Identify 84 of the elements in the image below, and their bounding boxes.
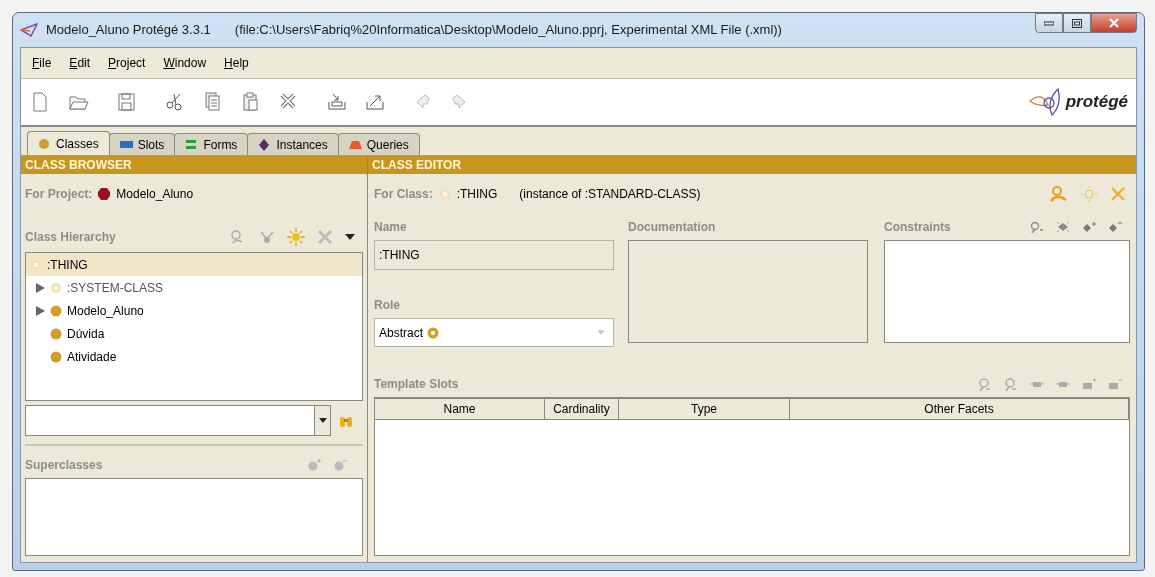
system-class-icon	[30, 258, 42, 271]
close-icon[interactable]	[1110, 186, 1126, 202]
tree-item[interactable]: Modelo_Aluno	[26, 299, 362, 322]
copy-icon[interactable]	[203, 92, 223, 112]
field-label: Name	[374, 219, 408, 236]
system-class-icon	[438, 188, 451, 200]
file-path: (file:C:\Users\Fabriq%20Informatica\Desktop\Modelo_Aluno.pprj, Experimental XML File (.xml))	[234, 21, 782, 40]
tree-item[interactable]: Dúvida	[26, 322, 362, 345]
sparkle-icon[interactable]	[1056, 221, 1070, 233]
system-class-icon	[50, 281, 62, 294]
export-icon[interactable]	[365, 92, 385, 112]
maximize-button[interactable]	[1063, 13, 1091, 33]
remove-superclass-icon[interactable]	[333, 459, 347, 471]
dropdown-caret-icon[interactable]	[345, 234, 355, 240]
menu-item[interactable]: Window	[156, 54, 218, 72]
documentation-field[interactable]	[628, 240, 868, 343]
name-field[interactable]: :THING	[374, 240, 614, 270]
tab[interactable]: Queries	[337, 133, 420, 155]
import-icon[interactable]	[327, 92, 347, 112]
cut-icon[interactable]	[165, 92, 185, 112]
class-icon	[50, 350, 62, 363]
field-label: Constraints	[884, 219, 951, 236]
logo-text: protégé	[1065, 91, 1128, 114]
field-label: For Project:	[25, 186, 93, 203]
tab[interactable]: Instances	[247, 133, 339, 155]
paste-icon[interactable]	[241, 92, 261, 112]
column-header[interactable]: Type	[619, 398, 790, 420]
field-label: For Class:	[374, 186, 433, 203]
find-constraint-icon[interactable]	[1030, 221, 1044, 233]
person-icon[interactable]	[1050, 186, 1068, 202]
role-dropdown[interactable]: Abstract	[374, 318, 614, 347]
column-header[interactable]: Name	[375, 398, 545, 420]
save-icon[interactable]	[117, 92, 137, 112]
menu-item[interactable]: Edit	[62, 54, 102, 72]
remove-constraint-icon[interactable]	[1108, 221, 1122, 233]
column-header[interactable]: Other Facets	[790, 398, 1129, 420]
class-icon	[50, 327, 62, 340]
trapezoid-icon	[348, 138, 362, 151]
remove-slot-icon[interactable]	[1108, 377, 1122, 391]
column-header[interactable]: Cardinality	[545, 398, 619, 420]
window-title: Modelo_Aluno Protégé 3.3.1	[46, 21, 211, 40]
add-node-icon[interactable]	[259, 230, 275, 244]
tree-item[interactable]: :THING	[26, 253, 362, 276]
app-logo-icon	[20, 23, 38, 37]
abstract-class-icon	[427, 326, 439, 339]
tab[interactable]: Slots	[108, 133, 176, 155]
sun-icon[interactable]	[287, 228, 305, 246]
close-button[interactable]	[1091, 13, 1137, 33]
add-slot-icon[interactable]	[1082, 377, 1096, 391]
menu-item[interactable]: Project	[101, 54, 157, 72]
diamond-icon	[258, 138, 272, 151]
tree-item[interactable]: :SYSTEM-CLASS	[26, 276, 362, 299]
class-icon	[50, 304, 62, 317]
minimize-icon	[1044, 20, 1054, 26]
dropdown-caret-icon[interactable]	[318, 418, 327, 423]
rectangle-icon	[119, 138, 133, 151]
project-name: Modelo_Aluno	[116, 186, 194, 203]
maximize-icon	[1072, 18, 1082, 28]
class-name: :THING	[456, 186, 498, 203]
menu-item[interactable]: Help	[217, 54, 260, 72]
tab[interactable]: Classes	[27, 131, 110, 155]
bars-icon	[185, 138, 199, 151]
circle-icon	[38, 137, 51, 150]
expand-arrow-icon[interactable]	[36, 282, 45, 293]
sun-icon[interactable]	[1080, 186, 1098, 202]
field-label: Documentation	[628, 219, 717, 236]
section-label: Superclasses	[25, 457, 103, 474]
close-icon	[1109, 18, 1119, 28]
tree-item[interactable]: Atividade	[26, 345, 362, 368]
expand-arrow-icon[interactable]	[36, 305, 45, 316]
add-constraint-icon[interactable]	[1082, 221, 1096, 233]
menu-item[interactable]: File	[25, 54, 63, 72]
find-slot-icon[interactable]	[978, 377, 992, 391]
panel-header: CLASS BROWSER	[21, 156, 367, 174]
find-slot-icon[interactable]	[1004, 377, 1018, 391]
minimize-button[interactable]	[1035, 13, 1063, 33]
panel-header: CLASS EDITOR	[368, 156, 1136, 174]
add-superclass-icon[interactable]	[307, 459, 321, 471]
section-label: Class Hierarchy	[25, 229, 116, 246]
section-label: Template Slots	[374, 376, 459, 393]
field-label: Role	[374, 297, 401, 314]
tab[interactable]: Forms	[174, 133, 249, 155]
search-combo[interactable]	[25, 405, 331, 436]
instance-of-text: (instance of :STANDARD-CLASS)	[519, 186, 701, 203]
